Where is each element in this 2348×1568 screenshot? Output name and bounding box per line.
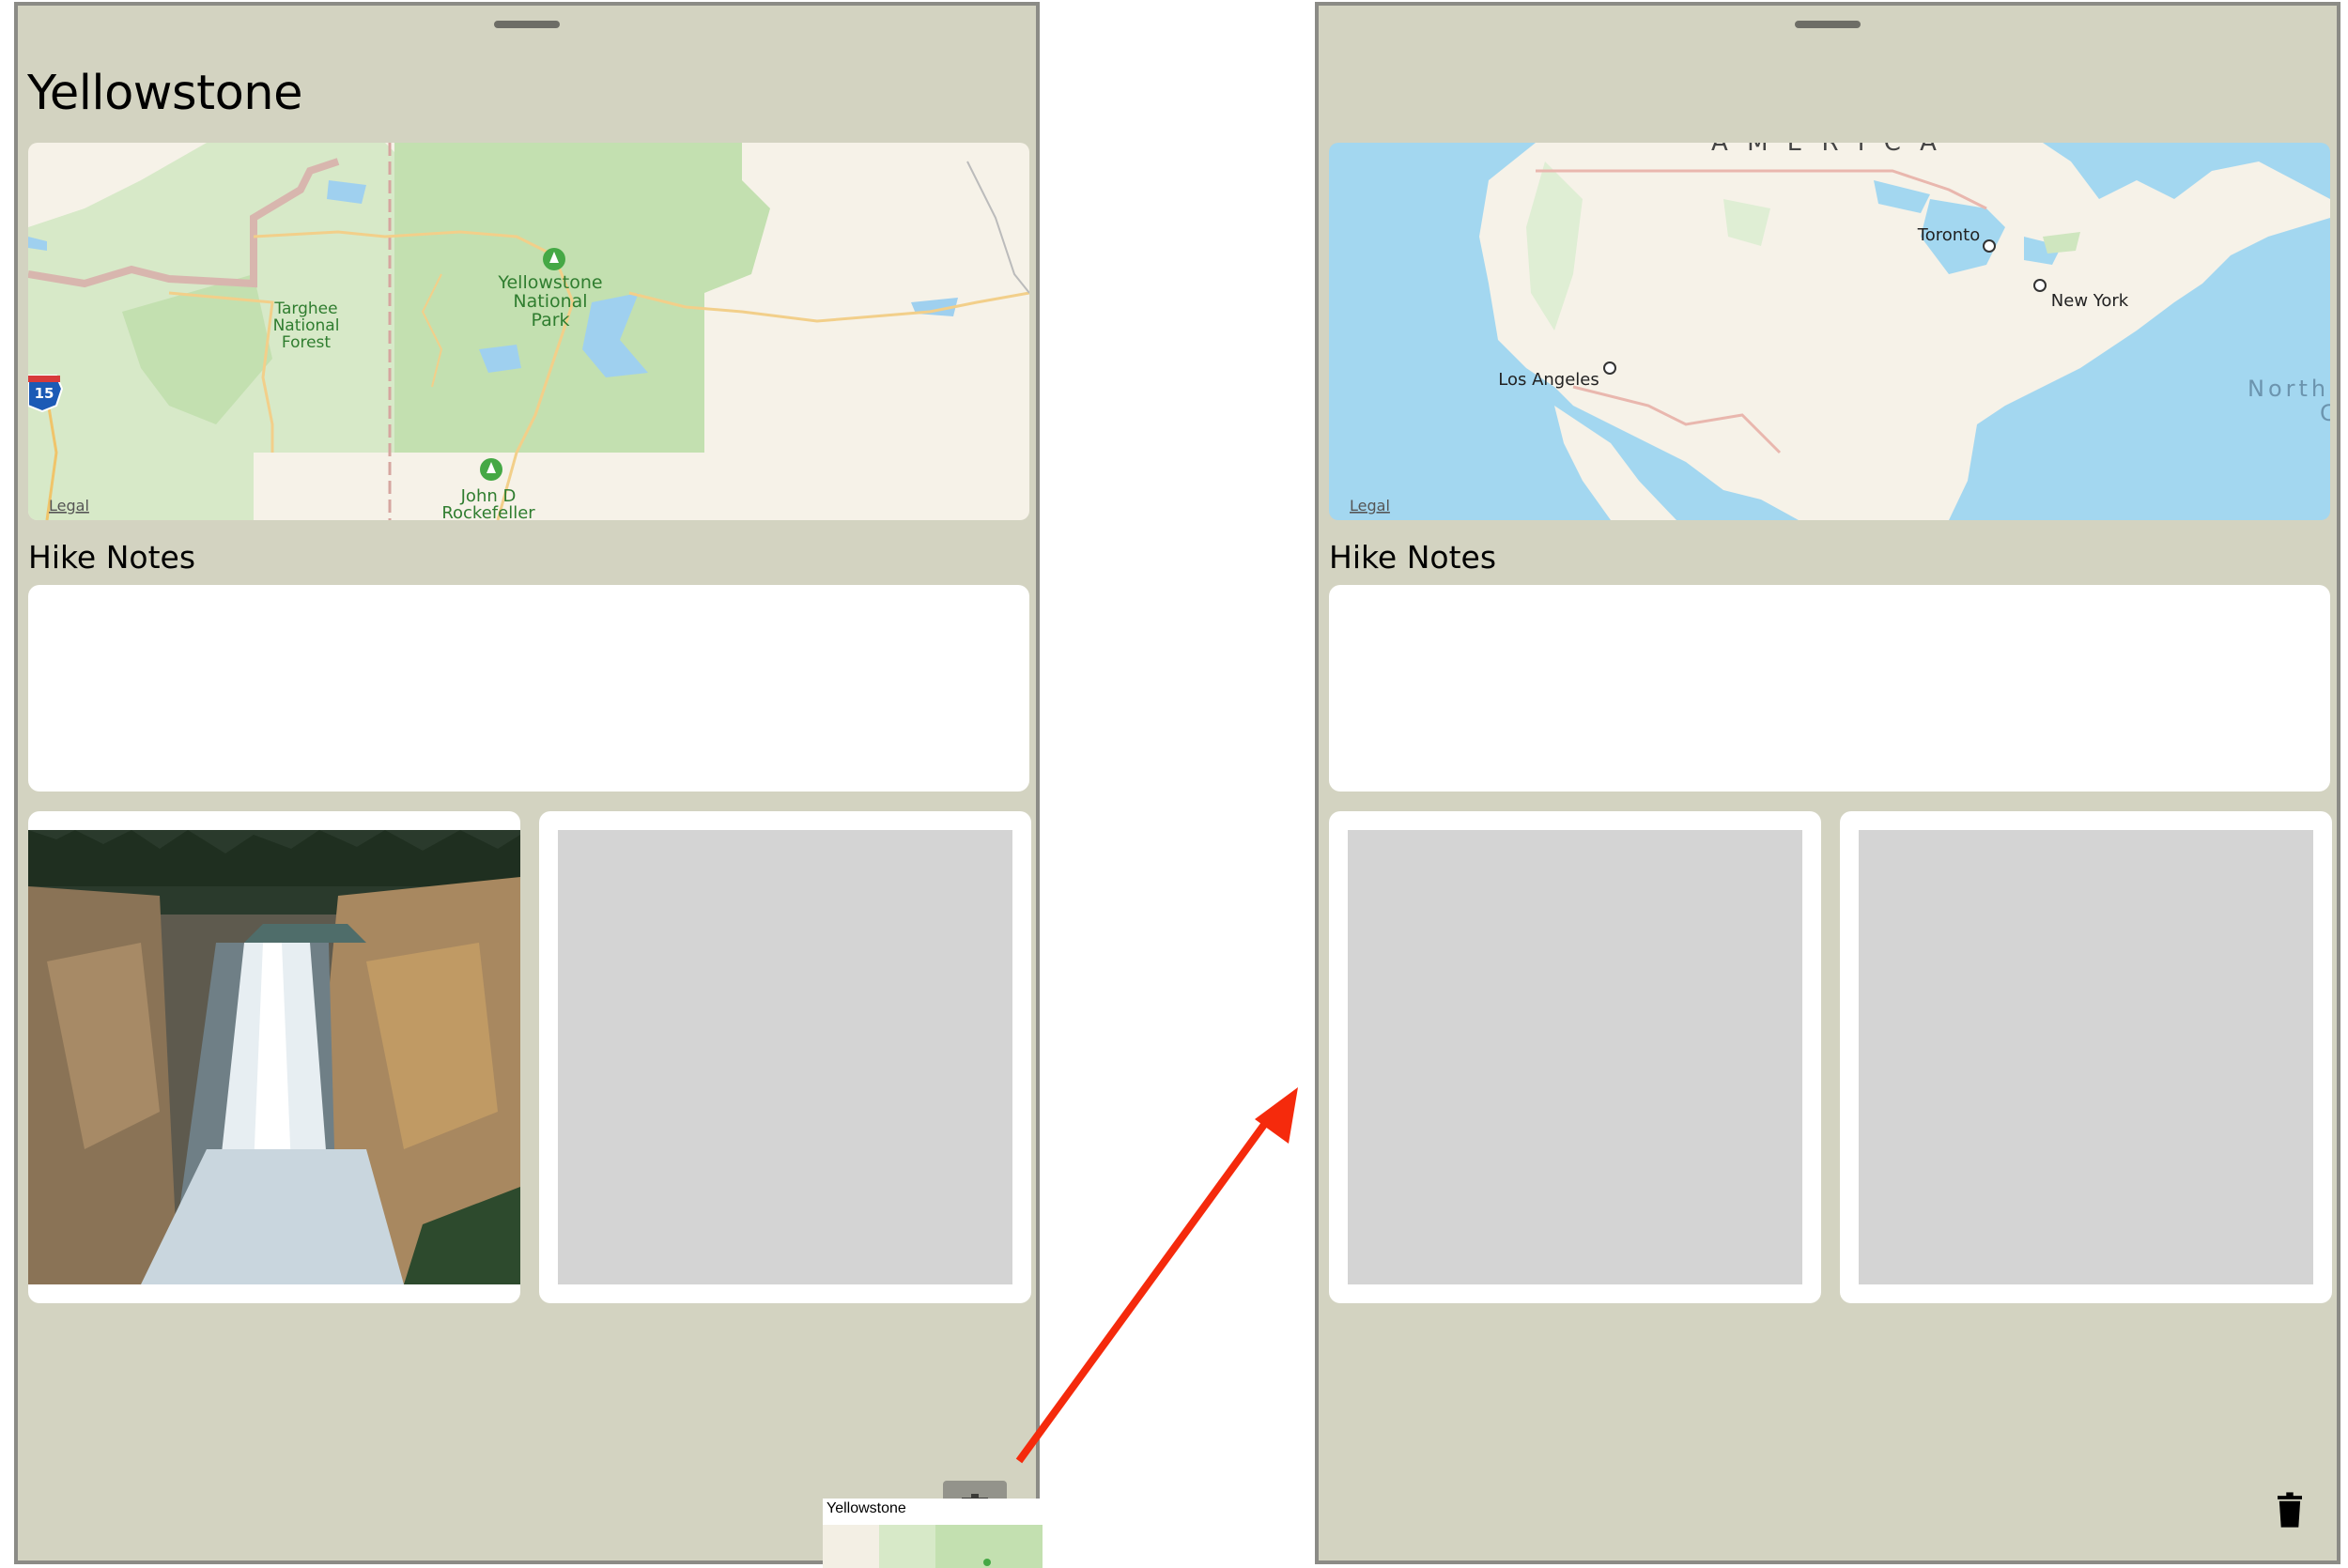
notes-text-area[interactable] <box>1329 585 2330 792</box>
map-label: Targhee <box>273 300 337 318</box>
map-label: Forest <box>282 333 332 352</box>
drag-preview: Yellowstone <box>823 1499 1043 1568</box>
map-label: Toronto <box>1917 225 1980 245</box>
map-label: A M E R I C A <box>1711 143 1942 157</box>
map-north-america: A M E R I C A Toronto New York Los Angel… <box>1329 143 2330 520</box>
photo-slot-2[interactable] <box>1840 811 2332 1303</box>
photo-placeholder <box>1859 830 2313 1284</box>
map-view[interactable]: A M E R I C A Toronto New York Los Angel… <box>1329 143 2330 520</box>
sheet-grabber[interactable] <box>494 21 560 28</box>
sheet-grabber[interactable] <box>1795 21 1861 28</box>
drag-preview-label: Yellowstone <box>823 1499 1043 1525</box>
page-title: Yellowstone <box>27 66 302 121</box>
map-label: National <box>513 291 587 312</box>
highway-shield-label: 15 <box>35 385 54 402</box>
waterfall-photo <box>28 830 520 1284</box>
map-label: Los Angeles <box>1498 370 1599 390</box>
map-label: C <box>2320 400 2330 426</box>
photo-placeholder <box>1348 830 1802 1284</box>
trash-button[interactable] <box>2278 1492 2302 1528</box>
map-label: Yellowstone <box>497 272 602 293</box>
map-label: Rockefeller <box>441 503 535 520</box>
right-screen: A M E R I C A Toronto New York Los Angel… <box>1315 2 2340 1564</box>
notes-label: Hike Notes <box>28 539 196 576</box>
map-label: North <box>2248 376 2329 402</box>
map-legal-link: Legal <box>49 497 89 515</box>
photo-slot-1[interactable] <box>28 811 520 1303</box>
photo-placeholder <box>558 830 1012 1284</box>
map-view[interactable]: Targhee National Forest Yellowstone Nati… <box>28 143 1029 520</box>
map-label: National <box>273 316 340 335</box>
map-yellowstone: Targhee National Forest Yellowstone Nati… <box>28 143 1029 520</box>
notes-text-area[interactable] <box>28 585 1029 792</box>
map-label: Park <box>531 310 569 331</box>
map-legal-link: Legal <box>1350 497 1390 515</box>
photo-slot-2[interactable] <box>539 811 1031 1303</box>
notes-label: Hike Notes <box>1329 539 1497 576</box>
map-label: New York <box>2051 291 2129 311</box>
trash-icon <box>2278 1492 2302 1528</box>
left-screen: Yellowstone Targhee National Forest Yell… <box>14 2 1043 1568</box>
drag-preview-map <box>823 1525 1043 1568</box>
photo-slot-1[interactable] <box>1329 811 1821 1303</box>
